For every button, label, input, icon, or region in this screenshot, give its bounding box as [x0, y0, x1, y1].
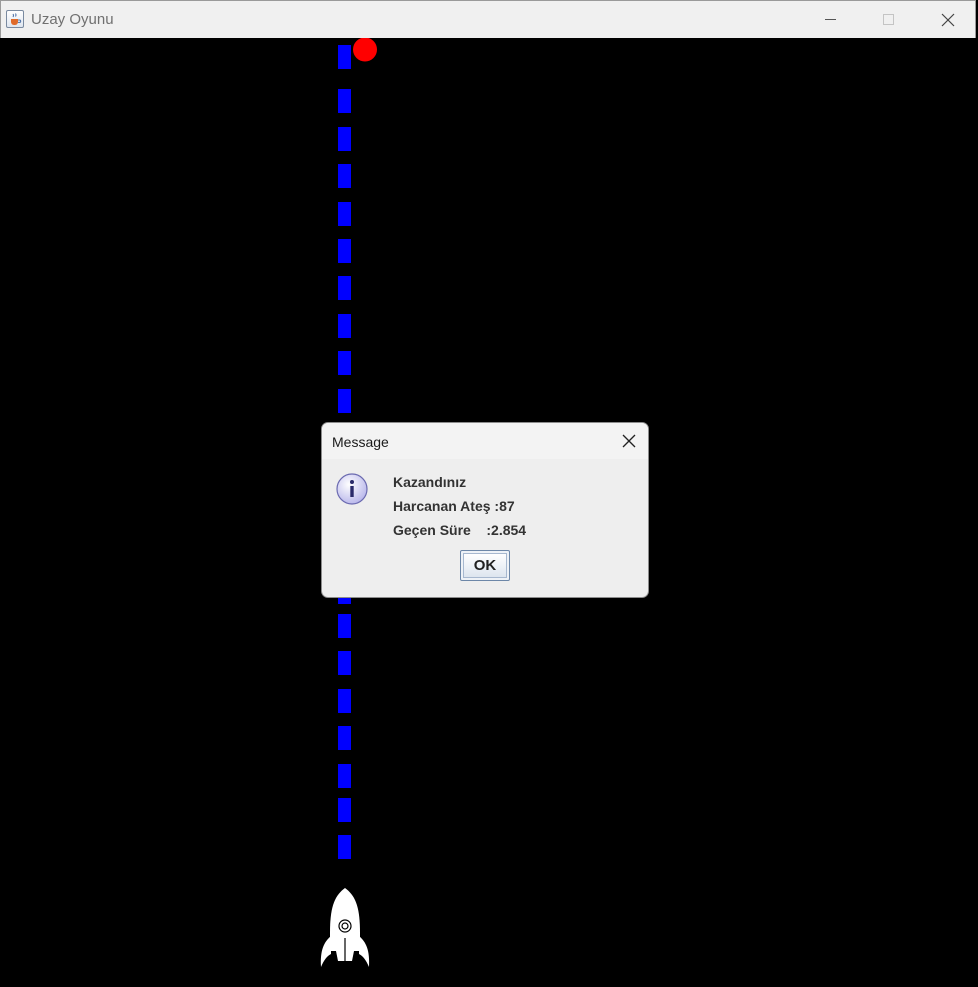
message-result: Kazandınız: [393, 474, 467, 490]
maximize-button[interactable]: [859, 1, 917, 38]
java-cup-icon: [6, 10, 24, 28]
minimize-icon: [825, 19, 836, 20]
rocket-icon: [320, 888, 370, 974]
window-title: Uzay Oyunu: [31, 11, 114, 28]
close-icon: [941, 13, 955, 27]
dialog-title: Message: [332, 434, 389, 450]
info-icon: [336, 473, 368, 505]
ok-button-label: OK: [463, 553, 507, 578]
minimize-button[interactable]: [801, 1, 859, 38]
message-dialog: Message Kazandınız Harcanan Ateş :87 Geç…: [321, 422, 649, 598]
target-ball: [353, 38, 377, 62]
window-titlebar[interactable]: Uzay Oyunu: [0, 0, 976, 38]
dialog-close-button[interactable]: [612, 427, 646, 455]
close-button[interactable]: [918, 1, 976, 38]
close-icon: [622, 434, 636, 448]
maximize-icon: [883, 14, 894, 25]
ok-button[interactable]: OK: [460, 550, 510, 581]
message-shots-fired: Harcanan Ateş :87: [393, 498, 515, 514]
dialog-titlebar[interactable]: Message: [322, 423, 648, 459]
message-elapsed-time: Geçen Süre :2.854: [393, 522, 527, 538]
